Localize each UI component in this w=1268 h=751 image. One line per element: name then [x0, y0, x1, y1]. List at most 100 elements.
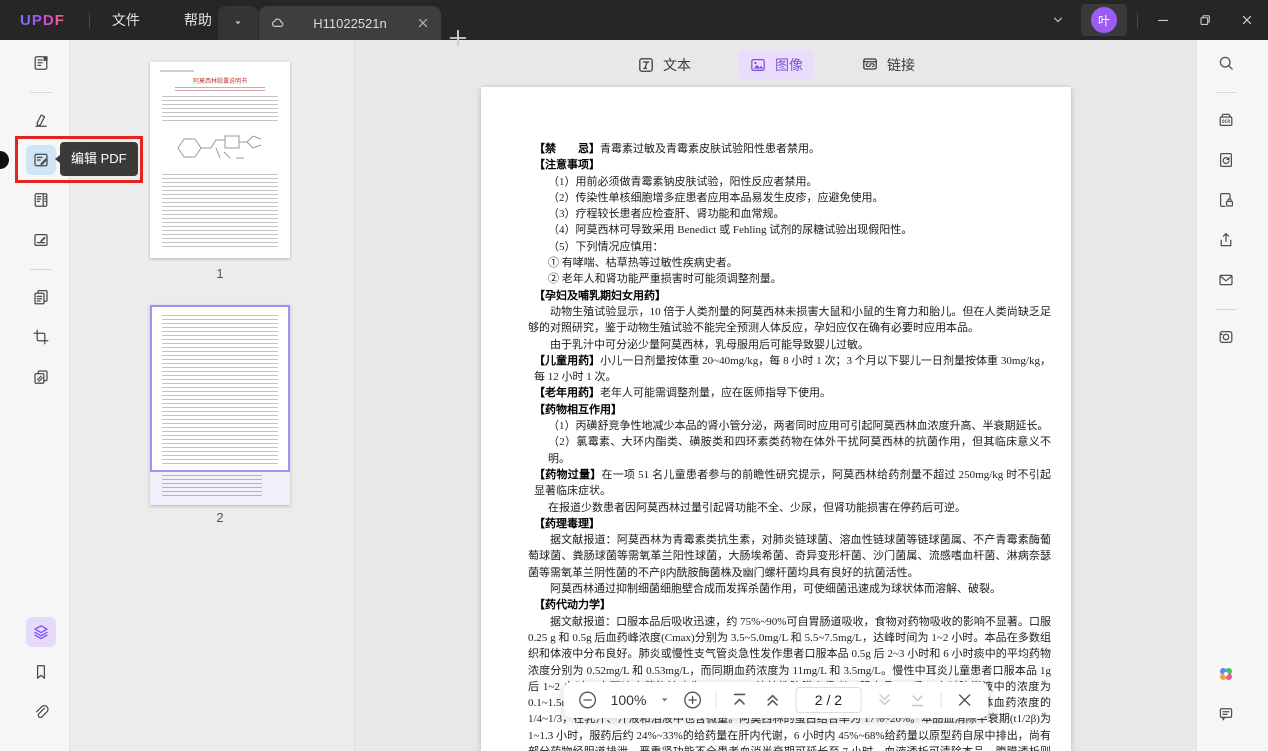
doc-paragraph: ② 老年人和肾功能严重损害时可能须调整剂量。	[528, 271, 1051, 287]
panel-attachments[interactable]	[26, 697, 56, 727]
document-tab[interactable]: H11022521n	[259, 6, 441, 40]
restore-icon	[1197, 12, 1213, 28]
last-page-button[interactable]	[907, 690, 927, 710]
ocr[interactable]: OCR	[1211, 105, 1241, 135]
zoom-in-button[interactable]	[682, 690, 702, 710]
rail-divider	[1215, 92, 1237, 93]
close-toolbar-button[interactable]	[954, 690, 974, 710]
doc-paragraph: （1）丙磺舒竞争性地减少本品的肾小管分泌，两者同时应用可引起阿莫西林血浓度升高、…	[528, 418, 1051, 434]
thumb-decor	[175, 87, 265, 92]
tool-text[interactable]: 文本	[626, 50, 702, 80]
sidebar-left-bottom-group	[26, 617, 56, 737]
search-icon	[1217, 54, 1235, 72]
sidebar-right-group-2: OCR	[1211, 105, 1241, 305]
doc-paragraph: 【注意事项】	[534, 157, 1051, 173]
stamp-icon	[32, 368, 50, 386]
window-minimize-button[interactable]	[1142, 0, 1184, 40]
doc-protect-icon	[1217, 191, 1235, 209]
share[interactable]	[1211, 225, 1241, 255]
plus-icon	[446, 26, 470, 50]
sidebar-right: OCR	[1196, 40, 1268, 751]
doc-paragraph: 由于乳汁中可分泌少量阿莫西林，乳母服用后可能导致婴儿过敏。	[528, 337, 1051, 353]
sidebar-right-bottom-group	[1211, 659, 1241, 739]
zoom-dropdown-caret[interactable]	[659, 695, 669, 705]
tab-title: H11022521n	[292, 16, 408, 31]
page-number-input[interactable]: 2 / 2	[795, 687, 861, 713]
doc-paragraph: 【孕妇及哺乳期妇女用药】	[534, 288, 1051, 304]
window-restore-button[interactable]	[1184, 0, 1226, 40]
mode-label: 文本	[663, 55, 691, 75]
panel-bookmarks[interactable]	[26, 657, 56, 687]
first-page-button[interactable]	[729, 690, 749, 710]
edit-icon	[32, 151, 50, 169]
tool-image[interactable]: 图像	[738, 50, 814, 80]
doc-convert-icon	[1217, 151, 1235, 169]
rail-divider	[1215, 309, 1237, 310]
doc-paragraph: 【药理毒理】	[534, 516, 1051, 532]
tool-reader[interactable]	[26, 48, 56, 78]
save[interactable]	[1211, 322, 1241, 352]
ocr-icon: OCR	[1217, 111, 1235, 129]
account-button[interactable]: 叶	[1081, 4, 1127, 36]
previous-page-button[interactable]	[762, 690, 782, 710]
doc-paragraph: 【禁 忌】青霉素过敏及青霉素皮肤试验阳性患者禁用。	[534, 141, 1051, 157]
zoom-out-button[interactable]	[578, 690, 598, 710]
updf-logo: UPDF	[20, 12, 65, 29]
tab-close-icon[interactable]	[415, 15, 431, 31]
viewport-indicator[interactable]	[150, 305, 290, 472]
tool-stamp[interactable]	[26, 362, 56, 392]
tool-comment[interactable]	[26, 105, 56, 135]
window-close-button[interactable]	[1226, 0, 1268, 40]
chemical-structure-sketch	[170, 126, 270, 170]
panel-thumbnails[interactable]	[26, 617, 56, 647]
tool-link[interactable]: 链接	[850, 50, 926, 80]
avatar: 叶	[1091, 7, 1117, 33]
next-page-button[interactable]	[874, 690, 894, 710]
bookmark-icon	[32, 663, 50, 681]
protect[interactable]	[1211, 185, 1241, 215]
search[interactable]	[1211, 48, 1241, 78]
convert-icon	[32, 288, 50, 306]
updf-ai[interactable]	[1211, 659, 1241, 689]
layers-icon	[32, 623, 50, 641]
doc-paragraph: ① 有哮喘、枯草热等过敏性疾病史者。	[528, 255, 1051, 271]
tool-organize-pages[interactable]	[26, 185, 56, 215]
doc-paragraph: 动物生殖试验显示，10 倍于人类剂量的阿莫西林未损害大鼠和小鼠的生育力和胎儿。但…	[528, 304, 1051, 337]
clover-icon	[1217, 665, 1235, 683]
page-thumbnail-1[interactable]: 阿莫西林胶囊说明书	[150, 62, 290, 258]
mode-label: 图像	[775, 55, 803, 75]
sidebar-right-group-1	[1211, 48, 1241, 88]
tab-zone: H11022521n	[218, 6, 441, 40]
save-icon	[1217, 328, 1235, 346]
mode-label: 链接	[887, 55, 915, 75]
sidebar-right-group-3	[1211, 322, 1241, 362]
tool-fill-sign[interactable]	[26, 225, 56, 255]
doc-paragraph: 在报道少数患者因阿莫西林过量引起肾功能不全、少尿，但肾功能损害在停药后可逆。	[528, 500, 1051, 516]
doc-paragraph: （2）传染性单核细胞增多症患者应用本品易发生皮疹，应避免使用。	[528, 190, 1051, 206]
thumb-decor	[162, 174, 278, 248]
page-number-label: 1	[150, 266, 290, 281]
window-controls-divider	[1137, 13, 1138, 28]
thumb-decor	[160, 70, 194, 72]
caret-down-icon	[232, 17, 244, 29]
page-navigation-toolbar: 100% 2 / 2	[564, 682, 989, 718]
doc-paragraph: 【药物过量】在一项 51 名儿童患者参与的前瞻性研究提示，阿莫西林给药剂量不超过…	[534, 467, 1051, 500]
titlebar: UPDF 文件 帮助 H11022521n 叶	[0, 0, 1268, 40]
collapse-toolbar-button[interactable]	[1041, 0, 1075, 40]
feedback[interactable]	[1211, 699, 1241, 729]
menu-file[interactable]: 文件	[90, 0, 162, 40]
reader-icon	[32, 54, 50, 72]
tab-list-button[interactable]	[218, 6, 258, 40]
convert-file[interactable]	[1211, 145, 1241, 175]
tool-crop[interactable]	[26, 322, 56, 352]
zoom-level[interactable]: 100%	[611, 692, 647, 708]
tool-convert[interactable]	[26, 282, 56, 312]
feedback-icon	[1217, 705, 1235, 723]
mail[interactable]	[1211, 265, 1241, 295]
page-thumbnail-2[interactable]	[150, 305, 290, 505]
sidebar-left-group-2	[26, 105, 56, 265]
cloud-icon	[269, 15, 285, 31]
new-tab-button[interactable]	[446, 8, 470, 32]
mail-icon	[1217, 271, 1235, 289]
tool-edit-pdf[interactable]	[26, 145, 56, 175]
